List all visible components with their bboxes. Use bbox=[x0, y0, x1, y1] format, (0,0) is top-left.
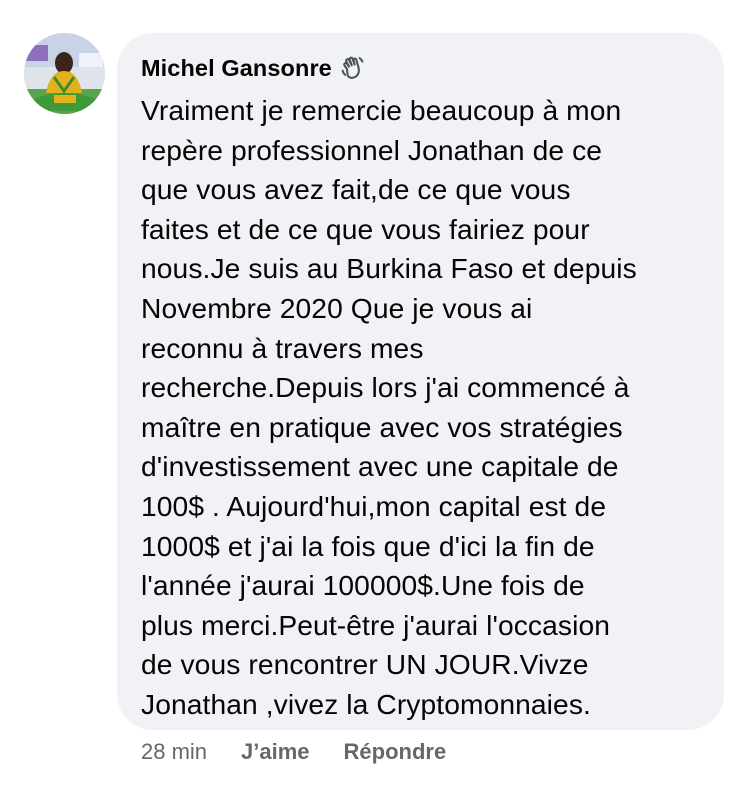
comment-bubble: Michel Gansonre Vraiment je remercie bea… bbox=[117, 33, 724, 730]
author-row: Michel Gansonre bbox=[141, 51, 704, 85]
avatar[interactable] bbox=[24, 33, 105, 114]
comment-text: Vraiment je remercie beaucoup à mon repè… bbox=[141, 94, 637, 720]
avatar-image bbox=[24, 33, 105, 114]
author-name[interactable]: Michel Gansonre bbox=[141, 55, 332, 82]
comment: Michel Gansonre Vraiment je remercie bea… bbox=[0, 0, 750, 799]
comment-timestamp[interactable]: 28 min bbox=[141, 739, 207, 765]
comment-actions: 28 min J’aime Répondre bbox=[141, 736, 446, 768]
wave-hand-icon bbox=[340, 55, 366, 81]
reply-button[interactable]: Répondre bbox=[344, 739, 447, 765]
like-button[interactable]: J’aime bbox=[241, 739, 310, 765]
